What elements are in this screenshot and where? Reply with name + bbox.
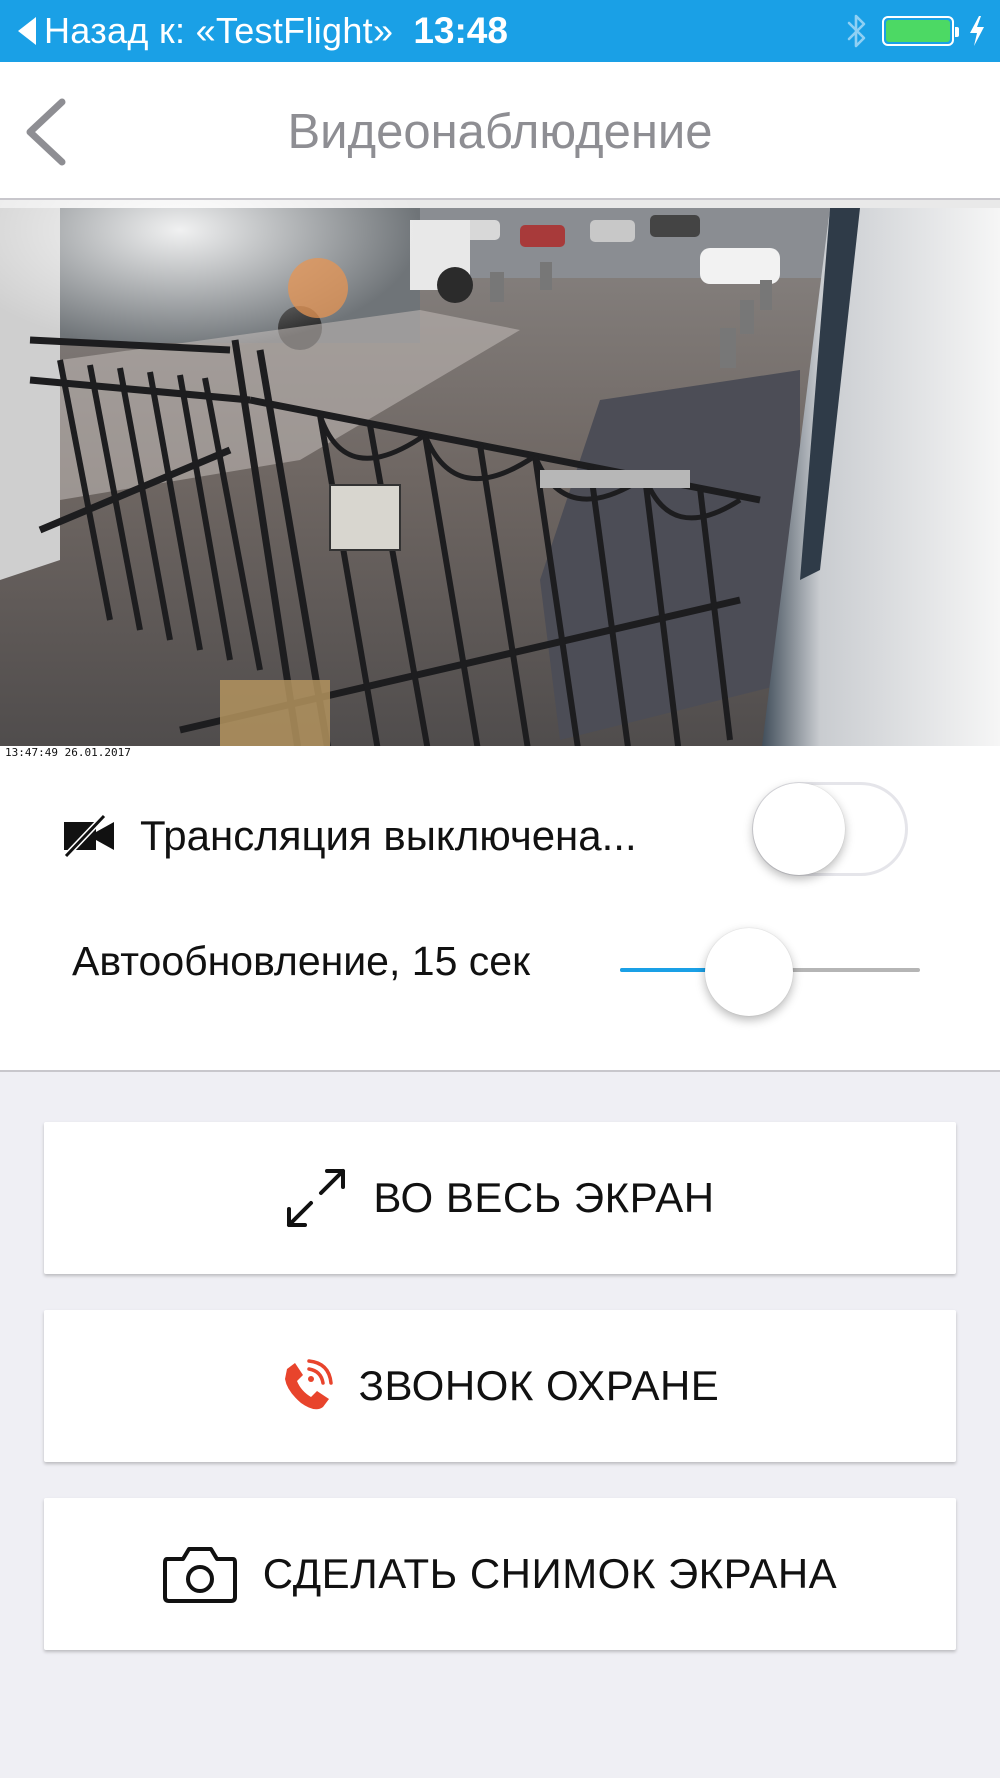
back-triangle-icon (18, 17, 36, 45)
bluetooth-icon (846, 13, 868, 49)
battery-icon (882, 16, 959, 46)
status-bar: Назад к: «TestFlight» 13:48 (0, 0, 1000, 62)
expand-arrows-icon (285, 1167, 347, 1229)
call-security-button[interactable]: ЗВОНОК ОХРАНЕ (44, 1310, 956, 1462)
page-title: Видеонаблюдение (0, 104, 1000, 160)
call-security-button-label: ЗВОНОК ОХРАНЕ (358, 1362, 720, 1409)
charging-bolt-icon (968, 15, 986, 47)
camera-icon (162, 1545, 237, 1603)
stream-status-label: Трансляция выключена... (140, 812, 637, 859)
stream-row: Трансляция выключена... (0, 762, 1000, 910)
camera-timestamp: 13:47:49 26.01.2017 (2, 746, 134, 760)
video-off-icon (62, 813, 116, 859)
back-to-app-label: Назад к: «TestFlight» (44, 10, 394, 51)
slider-knob[interactable] (705, 928, 793, 1016)
status-indicators (846, 0, 986, 62)
phone-ringing-icon (281, 1359, 333, 1413)
fullscreen-button-label: ВО ВЕСЬ ЭКРАН (373, 1174, 715, 1221)
page-title-text: Видеонаблюдение (287, 105, 713, 159)
auto-refresh-label: Автообновление, 15 сек (72, 938, 531, 984)
toggle-knob (753, 783, 845, 875)
battery-level (886, 20, 950, 42)
camera-controls-panel: Трансляция выключена... Автообновление, … (0, 762, 1000, 1072)
fullscreen-button[interactable]: ВО ВЕСЬ ЭКРАН (44, 1122, 956, 1274)
status-time: 13:48 (413, 10, 508, 51)
navigation-bar: Видеонаблюдение (0, 62, 1000, 200)
camera-snapshot-image (0, 200, 1000, 762)
take-screenshot-button[interactable]: СДЕЛАТЬ СНИМОК ЭКРАНА (44, 1498, 956, 1650)
take-screenshot-button-label: СДЕЛАТЬ СНИМОК ЭКРАНА (262, 1550, 838, 1597)
camera-view[interactable]: 13:47:49 26.01.2017 (0, 200, 1000, 762)
auto-refresh-slider[interactable] (620, 924, 926, 1016)
stream-toggle[interactable] (752, 782, 908, 880)
back-to-testflight-link[interactable]: Назад к: «TestFlight» (0, 0, 393, 62)
